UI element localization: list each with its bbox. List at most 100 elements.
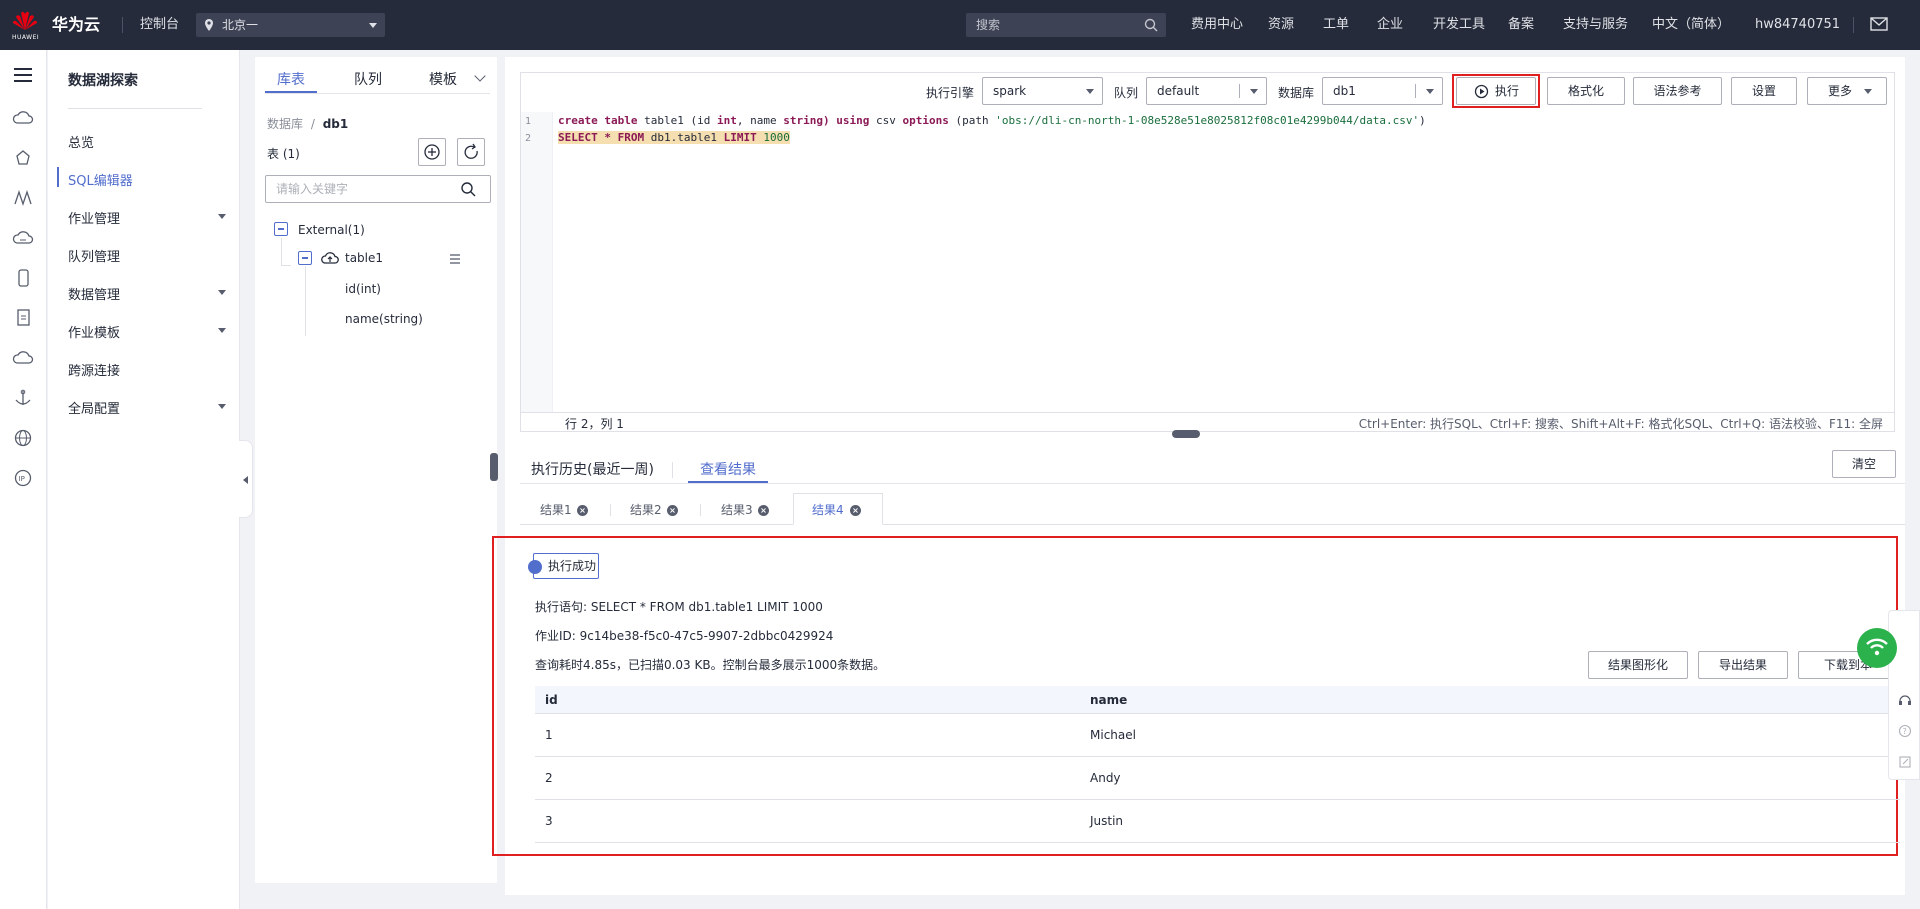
nav-item-job-templates[interactable]: 作业模板 [68,322,120,341]
huawei-logo-icon[interactable] [12,9,38,31]
result-tab-2[interactable]: 结果2 [630,501,662,518]
tree-group-external[interactable]: External(1) [298,223,365,237]
collapse-toggle[interactable] [298,251,312,265]
globe-icon[interactable] [12,428,34,448]
console-link[interactable]: 控制台 [140,0,179,50]
nav-item-overview[interactable]: 总览 [68,132,94,151]
tab-queues[interactable]: 队列 [354,69,382,89]
nav-item-queue-management[interactable]: 队列管理 [68,246,120,265]
collapse-toggle[interactable] [274,222,288,236]
tab-databases[interactable]: 库表 [277,69,305,89]
ip-icon[interactable]: IP [12,468,34,488]
cloud-icon[interactable] [12,348,34,368]
column-header-id[interactable]: id [545,693,558,707]
feedback-icon[interactable] [1898,755,1912,769]
close-icon[interactable]: × [850,505,861,516]
search-icon[interactable] [1144,18,1158,32]
run-button[interactable]: 执行 [1456,77,1536,105]
result-tab-3[interactable]: 结果3 [721,501,753,518]
close-icon[interactable]: × [577,505,588,516]
table-row[interactable]: 3 Justin [535,800,1900,843]
database-select[interactable]: db1 [1322,77,1443,105]
network-icon[interactable] [12,148,34,168]
brand-name[interactable]: 华为云 [52,0,100,50]
network-status-badge[interactable] [1857,628,1897,668]
anchor-icon[interactable] [12,388,34,408]
chevron-down-icon[interactable] [218,214,226,219]
success-icon [528,560,542,574]
result-tab-4[interactable]: 结果4 [812,501,844,518]
tree-table-table1[interactable]: table1 [345,251,383,265]
resize-handle[interactable] [1172,430,1200,438]
topbar-link-enterprise[interactable]: 企业 [1377,0,1403,50]
breadcrumb-root[interactable]: 数据库 [267,117,303,131]
logo-text: HUAWEI [12,34,40,41]
chevron-down-icon[interactable] [218,290,226,295]
topbar-link-billing[interactable]: 费用中心 [1191,0,1243,50]
service-nav: 数据湖探索 总览 SQL编辑器 作业管理 队列管理 数据管理 作业模板 跨源连接… [48,50,240,909]
code-line-2[interactable]: SELECT * FROM db1.table1 LIMIT 1000 [558,131,790,144]
topbar-link-support[interactable]: 支持与服务 [1563,0,1628,50]
queue-select[interactable]: default [1146,77,1267,105]
nav-item-job-management[interactable]: 作业管理 [68,208,120,227]
topbar-link-devtools[interactable]: 开发工具 [1433,0,1485,50]
syntax-reference-button[interactable]: 语法参考 [1633,77,1722,105]
engine-select[interactable]: spark [982,77,1103,105]
visualize-results-button[interactable]: 结果图形化 [1588,651,1688,679]
code-line-1[interactable]: create table table1 (id int, name string… [558,114,1426,127]
topbar-link-account[interactable]: hw84740751 [1755,0,1840,50]
format-button[interactable]: 格式化 [1547,77,1625,105]
panel-resize-handle[interactable] [490,453,498,481]
tree-column-id[interactable]: id(int) [345,282,381,296]
tree-column-name[interactable]: name(string) [345,312,423,326]
result-tab-1[interactable]: 结果1 [540,501,572,518]
region-selector[interactable]: 北京一 [196,13,385,37]
export-results-button[interactable]: 导出结果 [1698,651,1788,679]
topbar-link-tickets[interactable]: 工单 [1323,0,1349,50]
cloud-storage-icon[interactable] [12,228,34,248]
menu-icon[interactable] [12,65,34,85]
bridge-icon[interactable] [12,188,34,208]
nav-item-datasource-connections[interactable]: 跨源连接 [68,360,120,379]
nav-item-sql-editor[interactable]: SQL编辑器 [68,170,133,189]
settings-button[interactable]: 设置 [1731,77,1797,105]
topbar-link-icp[interactable]: 备案 [1508,0,1534,50]
add-table-button[interactable] [418,138,446,166]
table-menu-icon[interactable] [449,253,461,265]
table-row[interactable]: 2 Andy [535,757,1900,800]
global-search-input[interactable] [966,13,1166,37]
cloud-server-icon[interactable] [12,108,34,128]
tab-templates[interactable]: 模板 [429,69,457,89]
tab-view-results[interactable]: 查看结果 [700,459,756,479]
tab-execution-history[interactable]: 执行历史(最近一周) [531,459,654,479]
search-icon[interactable] [460,181,476,197]
nav-item-global-config[interactable]: 全局配置 [68,398,120,417]
code-token: 1000 [763,131,790,144]
catalog-search-input[interactable] [265,175,491,203]
code-token: (path [955,114,989,127]
svg-text:?: ? [1903,727,1907,736]
nav-collapse-handle[interactable] [239,440,253,518]
table-row[interactable]: 1 Michael [535,714,1900,757]
clear-button[interactable]: 清空 [1832,450,1896,478]
service-rail: IP [0,50,47,909]
headset-icon[interactable] [1898,693,1912,707]
chevron-down-icon[interactable] [218,404,226,409]
phone-icon[interactable] [12,268,34,288]
table-cell: Justin [1090,814,1124,828]
mail-icon[interactable] [1870,17,1888,31]
table-cell: 2 [545,771,553,785]
topbar-link-language[interactable]: 中文（简体） [1652,0,1730,50]
chevron-down-icon[interactable] [218,328,226,333]
chevron-down-icon[interactable] [474,70,486,82]
topbar-link-resources[interactable]: 资源 [1268,0,1294,50]
close-icon[interactable]: × [667,505,678,516]
close-icon[interactable]: × [758,505,769,516]
refresh-button[interactable] [457,138,485,166]
more-button[interactable]: 更多 [1807,77,1887,105]
document-icon[interactable] [12,308,34,328]
more-label: 更多 [1828,84,1853,98]
nav-item-data-management[interactable]: 数据管理 [68,284,120,303]
column-header-name[interactable]: name [1090,693,1127,707]
help-icon[interactable]: ? [1898,724,1912,738]
